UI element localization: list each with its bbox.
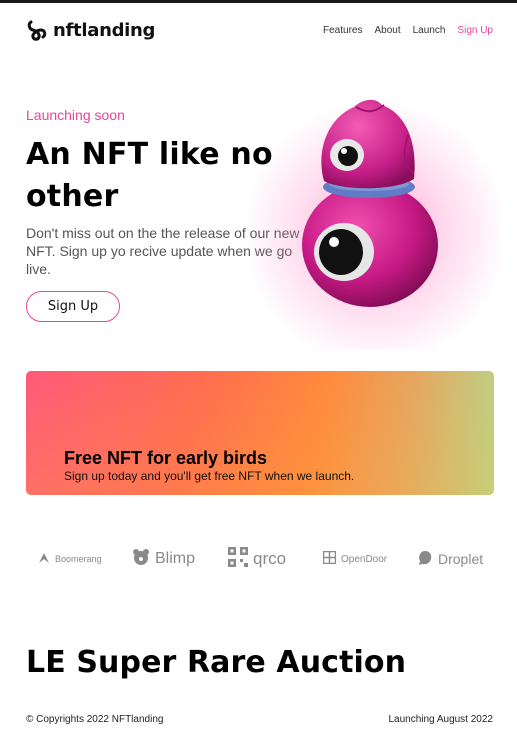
partner-droplet: Droplet: [417, 547, 483, 571]
partner-name: Blimp: [155, 550, 196, 567]
bear-icon: [132, 548, 150, 571]
nav-link-features[interactable]: Features: [323, 25, 362, 36]
infinity-loop-logo-icon: [26, 18, 48, 42]
partner-logos: Boomerang Blimp qrco OpenDoor Droplet: [38, 546, 484, 572]
banner-subtitle: Sign up today and you'll get free NFT wh…: [64, 469, 355, 483]
partner-name: OpenDoor: [341, 553, 388, 565]
door-grid-icon: [322, 550, 337, 567]
partner-name: qrco: [253, 549, 287, 568]
brand-name: nftlanding: [53, 19, 156, 41]
nav-link-about[interactable]: About: [374, 25, 400, 36]
main-nav: Features About Launch Sign Up: [323, 25, 493, 36]
partner-name: Boomerang: [55, 554, 102, 564]
nav-link-launch[interactable]: Launch: [413, 25, 446, 36]
boomerang-icon: [38, 552, 50, 566]
hero-kicker: Launching soon: [26, 107, 125, 123]
footer-copyright: © Copyrights 2022 NFTlanding: [26, 714, 164, 725]
partner-opendoor: OpenDoor: [322, 547, 388, 571]
brand-logo[interactable]: nftlanding: [26, 18, 155, 42]
qr-code-icon: [228, 546, 248, 572]
early-bird-banner: Free NFT for early birds Sign up today a…: [26, 371, 494, 495]
partner-qrco: qrco: [228, 546, 287, 572]
top-border: [0, 0, 517, 3]
hero-sign-up-button[interactable]: Sign Up: [26, 291, 120, 322]
banner-title: Free NFT for early birds: [64, 448, 268, 468]
droplet-icon: [417, 550, 433, 569]
hero-mascot-image: [296, 95, 446, 310]
nav-link-sign-up[interactable]: Sign Up: [457, 25, 493, 36]
auction-section-title: LE Super Rare Auction: [26, 645, 407, 680]
partner-boomerang: Boomerang: [38, 547, 102, 571]
partner-name: Droplet: [438, 551, 484, 567]
partner-blimp: Blimp: [132, 547, 195, 571]
footer-launch-note: Launching August 2022: [388, 714, 493, 725]
